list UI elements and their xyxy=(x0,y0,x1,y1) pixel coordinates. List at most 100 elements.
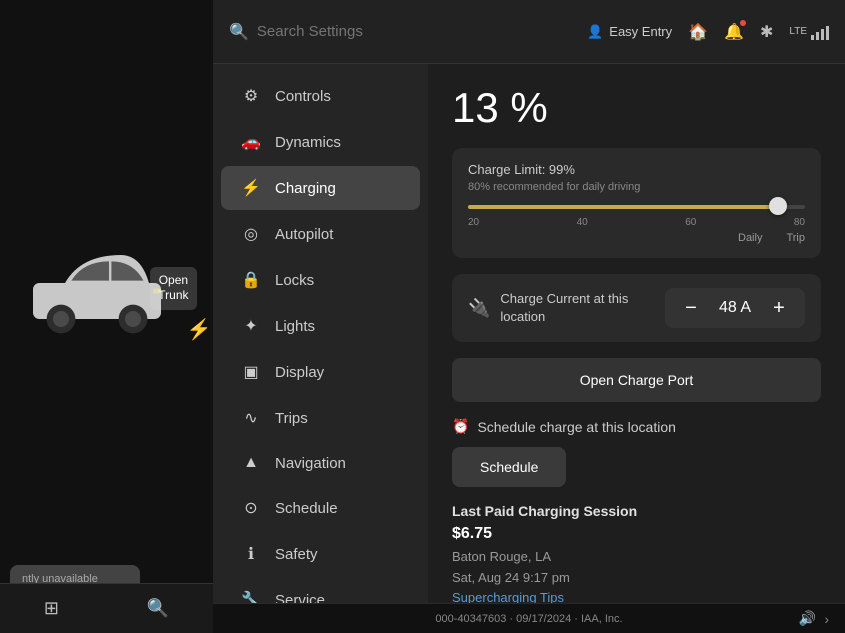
charge-current-control: − 48 A + xyxy=(665,288,805,328)
search-input[interactable] xyxy=(257,23,417,40)
signal-bar-3 xyxy=(821,29,824,40)
sidebar-item-lights[interactable]: ✦ Lights xyxy=(221,304,420,348)
top-right-icons: 👤 Easy Entry 🏠 🔔 ✱ LTE xyxy=(587,22,829,42)
notification-dot xyxy=(740,20,746,26)
slider-track xyxy=(468,205,805,209)
easy-entry[interactable]: 👤 Easy Entry xyxy=(587,24,672,40)
autopilot-icon: ◎ xyxy=(241,224,261,244)
slider-label-80: 80 xyxy=(794,217,805,228)
signal-bar-4 xyxy=(826,26,829,40)
sidebar-item-dynamics[interactable]: 🚗 Dynamics xyxy=(221,120,420,164)
last-session-amount: $6.75 xyxy=(452,525,821,543)
signal-bar-1 xyxy=(811,35,814,40)
sliders-icon[interactable]: ⊞ xyxy=(44,598,59,619)
signal-bars xyxy=(811,24,829,40)
volume-icon[interactable]: 🔊 xyxy=(799,610,816,627)
schedule-section: ⏰ Schedule charge at this location Sched… xyxy=(452,418,821,487)
locks-icon: 🔒 xyxy=(241,270,261,290)
sidebar-item-controls[interactable]: ⚙ Controls xyxy=(221,74,420,118)
status-bar: 000-40347603 · 09/17/2024 · IAA, Inc. 🔊 … xyxy=(213,603,845,633)
signal-area: LTE xyxy=(789,24,829,40)
open-charge-port-button[interactable]: Open Charge Port xyxy=(452,358,821,402)
lte-label: LTE xyxy=(789,26,807,37)
display-label: Display xyxy=(275,364,324,381)
dynamics-icon: 🚗 xyxy=(241,132,261,152)
charging-icon: ⚡ xyxy=(241,178,261,198)
supercharging-tips-link[interactable]: Supercharging Tips xyxy=(452,590,564,603)
display-icon: ▣ xyxy=(241,362,261,382)
slider-label-40: 40 xyxy=(577,217,588,228)
slider-fill xyxy=(468,205,778,209)
navigation-icon: ▲ xyxy=(241,454,261,472)
sidebar-item-trips[interactable]: ∿ Trips xyxy=(221,396,420,440)
trips-icon: ∿ xyxy=(241,408,261,428)
last-session-date: Sat, Aug 24 9:17 pm xyxy=(452,568,821,589)
status-bar-text: 000-40347603 · 09/17/2024 · IAA, Inc. xyxy=(435,613,622,625)
sidebar-item-charging[interactable]: ⚡ Charging xyxy=(221,166,420,210)
car-svg xyxy=(17,207,177,367)
safety-icon: ℹ xyxy=(241,544,261,564)
dynamics-label: Dynamics xyxy=(275,134,341,151)
easy-entry-label: Easy Entry xyxy=(609,24,672,39)
charge-limit-section: Charge Limit: 99% 80% recommended for da… xyxy=(452,148,821,258)
sidebar-item-autopilot[interactable]: ◎ Autopilot xyxy=(221,212,420,256)
trip-label: Trip xyxy=(786,232,805,244)
daily-trip-labels: Daily Trip xyxy=(468,232,805,244)
schedule-label: Schedule xyxy=(275,500,338,517)
charge-percent: 13 % xyxy=(452,84,821,132)
last-session-location: Baton Rouge, LA xyxy=(452,547,821,568)
schedule-button[interactable]: Schedule xyxy=(452,447,566,487)
sidebar-item-schedule[interactable]: ⊙ Schedule xyxy=(221,486,420,530)
sidebar-nav: ⚙ Controls 🚗 Dynamics ⚡ Charging ◎ Autop… xyxy=(213,64,428,603)
charge-current-text: Charge Current at this location xyxy=(500,290,665,326)
sidebar-item-navigation[interactable]: ▲ Navigation xyxy=(221,442,420,484)
home-icon[interactable]: 🏠 xyxy=(688,22,708,42)
trips-label: Trips xyxy=(275,410,308,427)
daily-label: Daily xyxy=(738,232,762,244)
controls-label: Controls xyxy=(275,88,331,105)
sidebar-item-service[interactable]: 🔧 Service xyxy=(221,578,420,603)
slider-thumb[interactable] xyxy=(769,197,787,215)
bell-icon[interactable]: 🔔 xyxy=(724,24,744,41)
navigation-label: Navigation xyxy=(275,455,346,472)
current-value: 48 A xyxy=(715,299,755,317)
safety-label: Safety xyxy=(275,546,318,563)
slider-label-60: 60 xyxy=(685,217,696,228)
car-bottom-bar: ⊞ 🔍 xyxy=(0,583,213,633)
slider-labels: 20 40 60 80 xyxy=(468,217,805,228)
plug-icon: 🔌 xyxy=(468,298,490,319)
car-area: Open Trunk ⚡ ntly unavailable ⊞ 🔍 xyxy=(0,0,213,633)
last-session-section: Last Paid Charging Session $6.75 Baton R… xyxy=(452,503,821,603)
top-bar: 🔍 👤 Easy Entry 🏠 🔔 ✱ LTE xyxy=(213,0,845,64)
person-icon: 👤 xyxy=(587,24,603,40)
controls-icon: ⚙ xyxy=(241,86,261,106)
bluetooth-icon[interactable]: ✱ xyxy=(760,22,773,42)
sidebar-item-locks[interactable]: 🔒 Locks xyxy=(221,258,420,302)
search-bottom-icon[interactable]: 🔍 xyxy=(147,598,169,619)
sidebar-item-safety[interactable]: ℹ Safety xyxy=(221,532,420,576)
charge-limit-title: Charge Limit: 99% xyxy=(468,162,805,177)
service-label: Service xyxy=(275,592,325,604)
schedule-title-text: Schedule charge at this location xyxy=(477,419,675,435)
slider-label-20: 20 xyxy=(468,217,479,228)
bell-icon-wrap: 🔔 xyxy=(724,22,744,42)
clock-icon: ⏰ xyxy=(452,418,469,435)
main-content: 13 % Charge Limit: 99% 80% recommended f… xyxy=(428,64,845,603)
search-icon: 🔍 xyxy=(229,22,249,42)
autopilot-label: Autopilot xyxy=(275,226,333,243)
locks-label: Locks xyxy=(275,272,314,289)
lights-label: Lights xyxy=(275,318,315,335)
decrease-current-button[interactable]: − xyxy=(679,296,703,320)
increase-current-button[interactable]: + xyxy=(767,296,791,320)
last-session-title: Last Paid Charging Session xyxy=(452,503,821,519)
search-area: 🔍 xyxy=(229,22,587,42)
open-charge-port-label: Open Charge Port xyxy=(580,372,694,388)
service-icon: 🔧 xyxy=(241,590,261,603)
schedule-title: ⏰ Schedule charge at this location xyxy=(452,418,821,435)
last-session-info: Baton Rouge, LA Sat, Aug 24 9:17 pm xyxy=(452,547,821,589)
schedule-icon: ⊙ xyxy=(241,498,261,518)
sidebar-item-display[interactable]: ▣ Display xyxy=(221,350,420,394)
chevron-right-icon[interactable]: › xyxy=(824,611,829,627)
charge-slider-container xyxy=(468,205,805,209)
signal-bar-2 xyxy=(816,32,819,40)
